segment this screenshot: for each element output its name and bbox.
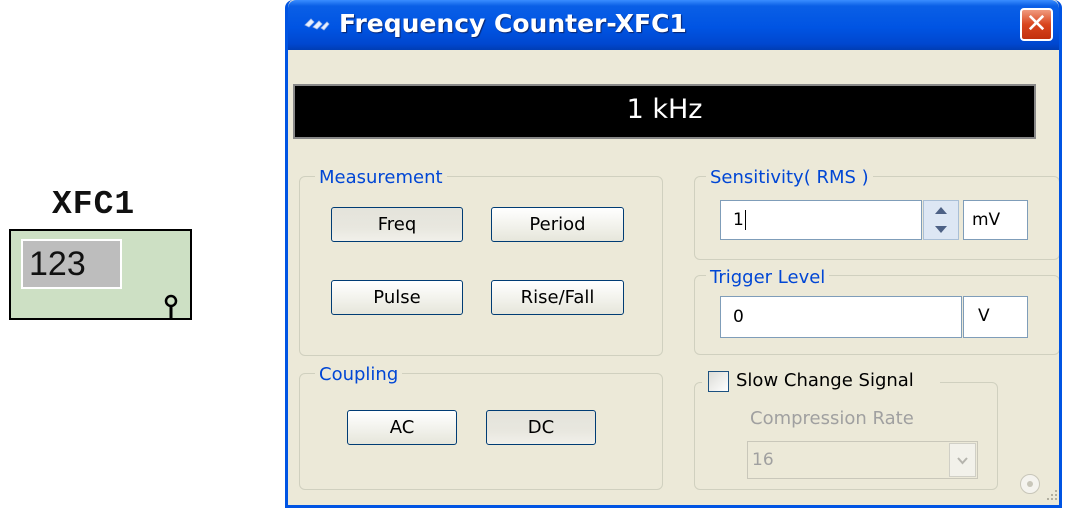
slow-change-checkbox[interactable] (708, 371, 729, 392)
frequency-readout: 1 kHz (293, 84, 1036, 139)
sensitivity-unit-field[interactable]: mV (963, 200, 1028, 240)
measurement-group (299, 176, 663, 356)
coupling-legend: Coupling (315, 364, 403, 385)
period-button[interactable]: Period (491, 207, 624, 242)
frequency-counter-window: Frequency Counter-XFC1 ✕ 1 kHz Measureme… (285, 0, 1062, 508)
title-bar[interactable]: Frequency Counter-XFC1 ✕ (288, 0, 1059, 50)
resize-grip-icon[interactable] (1045, 488, 1059, 502)
input-terminal-icon[interactable] (162, 294, 180, 320)
slow-change-label[interactable]: Slow Change Signal (736, 370, 914, 391)
dc-button[interactable]: DC (486, 410, 596, 445)
spin-down-icon[interactable] (924, 220, 958, 239)
resize-grip-dot-icon (1020, 474, 1040, 494)
text-caret (744, 210, 746, 230)
ac-button[interactable]: AC (347, 410, 457, 445)
compression-rate-label: Compression Rate (750, 408, 914, 429)
pulse-button[interactable]: Pulse (331, 280, 463, 315)
frequency-counter-symbol[interactable]: 123 (9, 229, 192, 320)
freq-button[interactable]: Freq (331, 207, 463, 242)
symbol-display: 123 (21, 239, 122, 289)
sensitivity-input[interactable]: 1 (720, 200, 922, 240)
app-icon (304, 18, 330, 31)
close-button[interactable]: ✕ (1020, 8, 1053, 41)
trigger-level-input[interactable]: 0 (720, 296, 962, 338)
compression-rate-select[interactable]: 16 (747, 441, 978, 479)
sensitivity-legend: Sensitivity( RMS ) (706, 167, 873, 188)
window-title: Frequency Counter-XFC1 (339, 9, 687, 38)
trigger-unit-field[interactable]: V (963, 296, 1028, 338)
rise-fall-button[interactable]: Rise/Fall (491, 280, 624, 315)
sensitivity-spinner[interactable] (923, 200, 959, 240)
compression-dropdown-icon[interactable] (949, 443, 976, 477)
instrument-label: XFC1 (52, 186, 136, 223)
spin-up-icon[interactable] (924, 201, 958, 220)
trigger-legend: Trigger Level (706, 267, 830, 288)
measurement-legend: Measurement (315, 167, 447, 188)
